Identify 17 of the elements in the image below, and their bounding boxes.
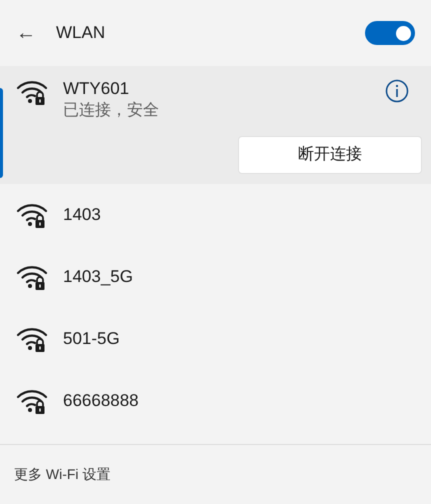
network-name: WTY601 [63, 78, 130, 100]
network-item[interactable]: 1403_5G [0, 246, 431, 308]
disconnect-button[interactable]: 断开连接 [238, 136, 422, 174]
page-title: WLAN [56, 22, 106, 44]
network-status: 已连接，安全 [63, 100, 159, 121]
network-name: 501-5G [63, 328, 120, 350]
info-icon[interactable] [385, 79, 409, 103]
network-item[interactable]: WTY601 已连接，安全 断开连接 [0, 66, 431, 184]
wifi-toggle[interactable] [365, 21, 415, 45]
network-item[interactable]: 66668888 [0, 370, 431, 432]
more-wifi-settings-link[interactable]: 更多 Wi-Fi 设置 [14, 464, 110, 485]
network-item[interactable]: 1403 [0, 184, 431, 246]
back-button[interactable]: ← [16, 23, 36, 43]
network-item[interactable]: 501-5G [0, 308, 431, 370]
network-name: 1403 [63, 204, 101, 226]
network-name: 66668888 [63, 390, 139, 412]
network-name: 1403_5G [63, 266, 133, 288]
